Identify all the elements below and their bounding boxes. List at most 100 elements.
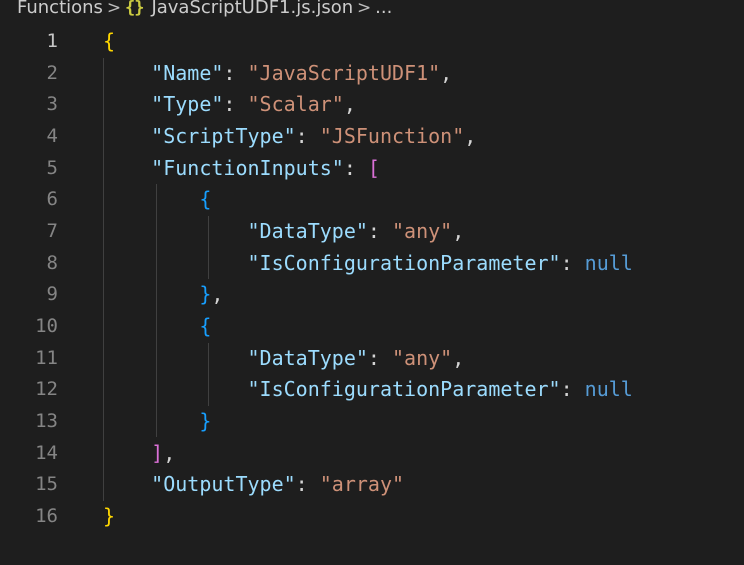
line-number: 7 (46, 219, 58, 242)
code-token: "Type" (151, 92, 224, 117)
code-line[interactable]: 8 "IsConfigurationParameter": null (0, 248, 744, 280)
line-number: 14 (35, 441, 58, 464)
code-token: "ScriptType" (151, 123, 296, 148)
code-text: "DataType": "any", (103, 343, 465, 375)
code-line[interactable]: 11 "DataType": "any", (0, 343, 744, 375)
breadcrumb: Functions > {} JavaScriptUDF1.js.json > … (0, 0, 744, 22)
code-token: "JSFunction" (319, 123, 465, 148)
code-text: "ScriptType": "JSFunction", (103, 121, 476, 153)
code-token: , (163, 440, 176, 465)
line-number: 4 (46, 124, 58, 147)
code-text: "Name": "JavaScriptUDF1", (103, 58, 452, 90)
code-line[interactable]: 4 "ScriptType": "JSFunction", (0, 121, 744, 153)
code-token: , (464, 123, 477, 148)
code-line[interactable]: 3 "Type": "Scalar", (0, 89, 744, 121)
code-text: } (103, 501, 115, 533)
code-token: ] (151, 440, 164, 465)
code-editor[interactable]: Functions > {} JavaScriptUDF1.js.json > … (0, 0, 744, 565)
code-token: , (343, 92, 356, 117)
breadcrumb-symbols[interactable]: ... (375, 0, 392, 19)
line-number: 8 (46, 251, 58, 274)
code-token: : (295, 472, 320, 497)
line-number: 9 (46, 283, 58, 306)
line-number: 13 (35, 409, 58, 432)
code-token: { (199, 187, 212, 212)
code-line[interactable]: 14 ], (0, 438, 744, 470)
code-token: "OutputType" (151, 472, 296, 497)
code-token: "any" (392, 218, 453, 243)
code-token: , (440, 60, 453, 85)
code-token: : (295, 123, 320, 148)
breadcrumb-file[interactable]: JavaScriptUDF1.js.json (151, 0, 353, 19)
code-line[interactable]: 10 { (0, 311, 744, 343)
line-number: 3 (46, 93, 58, 116)
code-text: "FunctionInputs": [ (103, 153, 380, 185)
code-line[interactable]: 2 "Name": "JavaScriptUDF1", (0, 58, 744, 90)
code-token: , (452, 345, 465, 370)
code-line[interactable]: 12 "IsConfigurationParameter": null (0, 374, 744, 406)
code-text: ], (103, 438, 175, 470)
code-line[interactable]: 7 "DataType": "any", (0, 216, 744, 248)
code-token: : (560, 250, 585, 275)
code-text: "IsConfigurationParameter": null (103, 374, 633, 406)
code-token: { (199, 313, 212, 338)
line-number: 6 (46, 188, 58, 211)
code-token: : (343, 155, 368, 180)
code-token: } (199, 282, 212, 307)
code-text: { (103, 311, 211, 343)
code-text: "DataType": "any", (103, 216, 465, 248)
chevron-right-icon: > (357, 0, 372, 18)
code-token: "IsConfigurationParameter" (247, 377, 561, 402)
code-token: "array" (319, 472, 405, 497)
code-token: , (452, 218, 465, 243)
code-line[interactable]: 9 }, (0, 279, 744, 311)
breadcrumb-folder[interactable]: Functions (17, 0, 103, 19)
code-line[interactable]: 6 { (0, 184, 744, 216)
code-token: "FunctionInputs" (151, 155, 344, 180)
code-token: "Scalar" (247, 92, 344, 117)
line-number: 12 (35, 378, 58, 401)
code-line[interactable]: 16} (0, 501, 744, 533)
code-token: , (211, 282, 224, 307)
code-line[interactable]: 5 "FunctionInputs": [ (0, 153, 744, 185)
code-text: { (103, 26, 115, 58)
line-number: 11 (35, 346, 58, 369)
code-token: : (223, 92, 248, 117)
code-token: null (584, 377, 633, 402)
code-text: } (103, 406, 211, 438)
code-line[interactable]: 1{ (0, 26, 744, 58)
code-line[interactable]: 13 } (0, 406, 744, 438)
line-number: 15 (35, 473, 58, 496)
code-token: } (199, 408, 212, 433)
line-number: 10 (35, 314, 58, 337)
code-token: { (103, 29, 116, 53)
line-number: 16 (35, 504, 58, 527)
code-token: : (367, 218, 393, 243)
code-text: }, (103, 279, 223, 311)
code-token: : (367, 345, 393, 370)
code-token: "JavaScriptUDF1" (247, 60, 441, 85)
chevron-right-icon: > (106, 0, 122, 18)
code-token: null (584, 250, 633, 275)
code-token: "DataType" (247, 345, 368, 370)
code-area[interactable]: 1{2 "Name": "JavaScriptUDF1", 3 "Type": "… (0, 26, 744, 533)
code-token: "IsConfigurationParameter" (247, 250, 561, 275)
line-number: 1 (46, 30, 58, 52)
code-token: } (103, 503, 116, 528)
code-token: : (560, 377, 585, 402)
code-token: "Name" (151, 60, 224, 85)
line-number: 2 (46, 61, 58, 84)
code-lines: 1{2 "Name": "JavaScriptUDF1", 3 "Type": "… (0, 26, 744, 533)
code-token: : (223, 60, 248, 85)
code-text: { (103, 184, 211, 216)
code-text: "Type": "Scalar", (103, 89, 356, 121)
code-line[interactable]: 15 "OutputType": "array" (0, 469, 744, 501)
